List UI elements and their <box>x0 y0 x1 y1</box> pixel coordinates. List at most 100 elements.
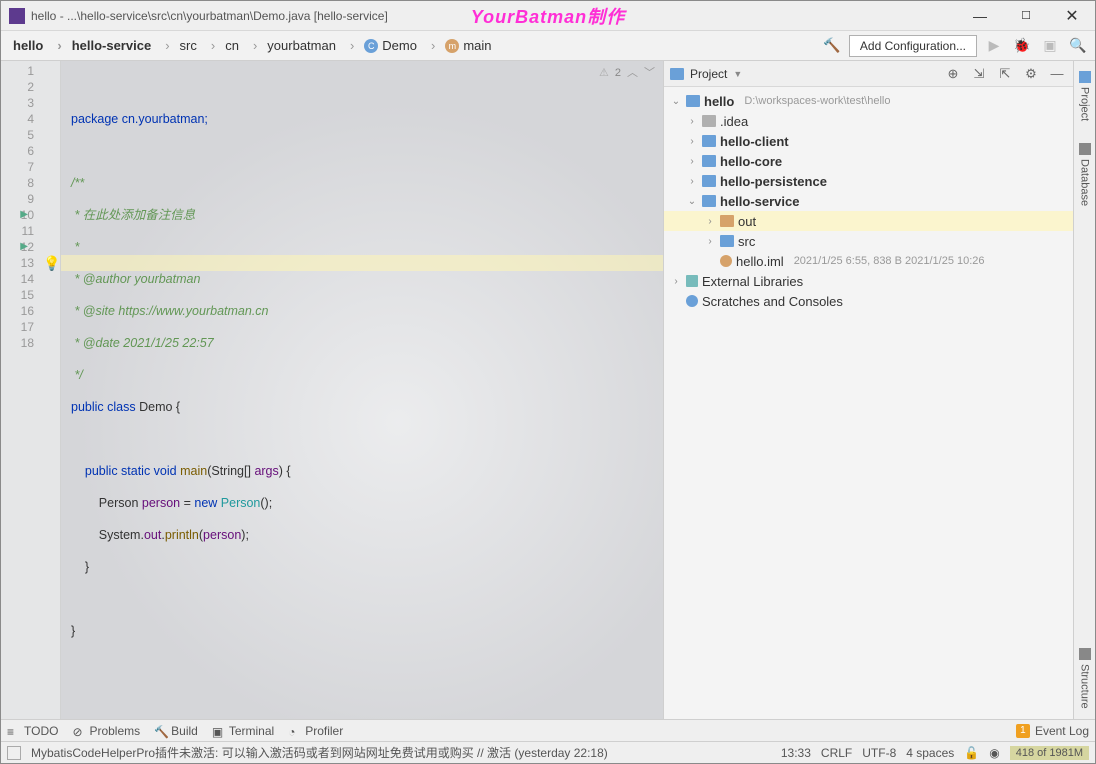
breadcrumb-hello[interactable]: hello <box>7 36 49 55</box>
status-message[interactable]: MybatisCodeHelperPro插件未激活: 可以输入激活码或者到网站网… <box>31 744 608 761</box>
intention-bulb-icon[interactable]: 💡 <box>43 255 57 269</box>
gutter-line: 18 <box>1 335 34 351</box>
tree-item-hello-persistence[interactable]: ›hello-persistence <box>664 171 1073 191</box>
breadcrumb-demo[interactable]: CDemo <box>344 36 423 55</box>
chevron-right-icon[interactable]: › <box>686 156 698 167</box>
tab-todo[interactable]: ≡TODO <box>7 724 58 738</box>
tree-external-libraries[interactable]: ›External Libraries <box>664 271 1073 291</box>
chevron-up-icon[interactable]: ︿ <box>627 65 638 81</box>
gear-icon[interactable]: ⚙ <box>1021 64 1041 84</box>
navbar-right: 🔨 Add Configuration... ▶ 🐞 ▣ 🔍 <box>821 35 1089 57</box>
chevron-down-icon[interactable]: ﹀ <box>644 65 655 81</box>
tab-problems[interactable]: ⊘Problems <box>72 724 140 738</box>
tree-item-hello-core[interactable]: ›hello-core <box>664 151 1073 171</box>
gutter-line: 16 <box>1 303 34 319</box>
select-opened-file-icon[interactable]: ⊕ <box>943 64 963 84</box>
inspection-widget[interactable]: ⚠ 2 ︿ ﹀ <box>599 65 655 81</box>
breadcrumb-src[interactable]: src <box>159 36 203 55</box>
maximize-button[interactable]: ☐ <box>1003 1 1049 31</box>
breadcrumb-main-label: main <box>463 38 491 53</box>
status-encoding[interactable]: UTF-8 <box>862 746 896 760</box>
run-icon[interactable]: ▶ <box>983 35 1005 57</box>
module-icon <box>702 175 716 187</box>
tab-build[interactable]: 🔨Build <box>154 724 198 738</box>
chevron-right-icon[interactable]: › <box>686 176 698 187</box>
code-text: new <box>194 496 220 510</box>
lock-icon[interactable]: 🔓 <box>964 746 979 760</box>
chevron-right-icon[interactable]: › <box>704 236 716 247</box>
tree-item-idea[interactable]: ›.idea <box>664 111 1073 131</box>
titlebar: hello - ...\hello-service\src\cn\yourbat… <box>1 1 1095 31</box>
status-tool-windows-icon[interactable] <box>7 746 21 760</box>
code-text: * @site https://www.yourbatman.cn <box>71 303 663 319</box>
close-button[interactable]: ✕ <box>1049 1 1095 31</box>
tree-item-iml[interactable]: hello.iml2021/1/25 6:55, 838 B 2021/1/25… <box>664 251 1073 271</box>
chevron-right-icon[interactable]: › <box>670 276 682 287</box>
tool-structure-tab[interactable]: Structure <box>1079 644 1091 713</box>
minimize-button[interactable]: — <box>957 1 1003 31</box>
project-header: Project ▼ ⊕ ⇲ ⇱ ⚙ — <box>664 61 1073 87</box>
project-title[interactable]: Project <box>690 67 727 81</box>
navigation-bar: hello hello-service src cn yourbatman CD… <box>1 31 1095 61</box>
chevron-down-icon[interactable]: ⌄ <box>670 96 682 107</box>
tool-project-tab[interactable]: Project <box>1079 67 1091 125</box>
chevron-right-icon[interactable]: › <box>704 216 716 227</box>
window-title: hello - ...\hello-service\src\cn\yourbat… <box>31 9 388 23</box>
code-editor[interactable]: 💡 package cn.yourbatman; /** * 在此处添加备注信息… <box>61 61 663 719</box>
status-cursor-position[interactable]: 13:33 <box>781 746 811 760</box>
code-text: person <box>203 528 241 542</box>
gutter-line: 9 <box>1 191 34 207</box>
tree-root[interactable]: ⌄ hello D:\workspaces-work\test\hello <box>664 91 1073 111</box>
chevron-down-icon[interactable]: ⌄ <box>686 196 698 207</box>
tree-item-hello-service[interactable]: ⌄hello-service <box>664 191 1073 211</box>
chevron-right-icon[interactable]: › <box>686 116 698 127</box>
gutter-line: 12▶ <box>1 239 34 255</box>
tab-label: Build <box>171 724 198 738</box>
chevron-right-icon[interactable]: › <box>686 136 698 147</box>
tree-item-src[interactable]: ›src <box>664 231 1073 251</box>
add-configuration-button[interactable]: Add Configuration... <box>849 35 977 57</box>
status-indent[interactable]: 4 spaces <box>906 746 954 760</box>
tree-item-hello-client[interactable]: ›hello-client <box>664 131 1073 151</box>
gutter-line: 4 <box>1 111 34 127</box>
debug-icon[interactable]: 🐞 <box>1011 35 1033 57</box>
folder-icon <box>720 215 734 227</box>
breadcrumb-yourbatman[interactable]: yourbatman <box>247 36 342 55</box>
build-icon[interactable]: 🔨 <box>821 35 843 57</box>
todo-icon: ≡ <box>7 725 19 737</box>
run-coverage-icon[interactable]: ▣ <box>1039 35 1061 57</box>
tree-scratches[interactable]: Scratches and Consoles <box>664 291 1073 311</box>
collapse-all-icon[interactable]: ⇱ <box>995 64 1015 84</box>
run-gutter-icon[interactable]: ▶ <box>20 239 28 255</box>
search-everywhere-icon[interactable]: 🔍 <box>1067 35 1089 57</box>
right-tool-strip: Project Database Structure <box>1073 61 1095 719</box>
gutter-line: 8 <box>1 175 34 191</box>
tool-database-tab[interactable]: Database <box>1079 139 1091 210</box>
method-icon: m <box>445 39 459 53</box>
tab-event-log[interactable]: 1Event Log <box>1016 724 1089 738</box>
code-text: * <box>71 239 663 255</box>
code-text: * @date 2021/1/25 22:57 <box>71 335 663 351</box>
code-text: Demo <box>139 400 172 414</box>
tab-terminal[interactable]: ▣Terminal <box>212 724 274 738</box>
breadcrumb-hello-service[interactable]: hello-service <box>51 36 157 55</box>
status-memory[interactable]: 418 of 1981M <box>1010 746 1089 760</box>
tree-item-out[interactable]: ›out <box>664 211 1073 231</box>
expand-all-icon[interactable]: ⇲ <box>969 64 989 84</box>
status-inspection-icon[interactable]: ◉ <box>989 746 999 760</box>
breadcrumb-main[interactable]: mmain <box>425 36 498 55</box>
project-tree[interactable]: ⌄ hello D:\workspaces-work\test\hello ›.… <box>664 87 1073 719</box>
gutter-line: 10▶ <box>1 207 34 223</box>
status-line-separator[interactable]: CRLF <box>821 746 852 760</box>
code-text: } <box>71 624 75 638</box>
gutter-line: 6 <box>1 143 34 159</box>
run-gutter-icon[interactable]: ▶ <box>20 207 28 223</box>
code-text: = <box>180 496 194 510</box>
chevron-down-icon[interactable]: ▼ <box>733 69 742 79</box>
ide-window: hello - ...\hello-service\src\cn\yourbat… <box>0 0 1096 764</box>
breadcrumb-cn[interactable]: cn <box>205 36 245 55</box>
hide-icon[interactable]: — <box>1047 64 1067 84</box>
tree-item-label: hello.iml <box>736 254 784 269</box>
gutter[interactable]: 1 2 3 4 5 6 7 8 9 10▶ 11 12▶ 13 14 15 16… <box>1 61 61 719</box>
tab-profiler[interactable]: ◔Profiler <box>288 724 343 738</box>
